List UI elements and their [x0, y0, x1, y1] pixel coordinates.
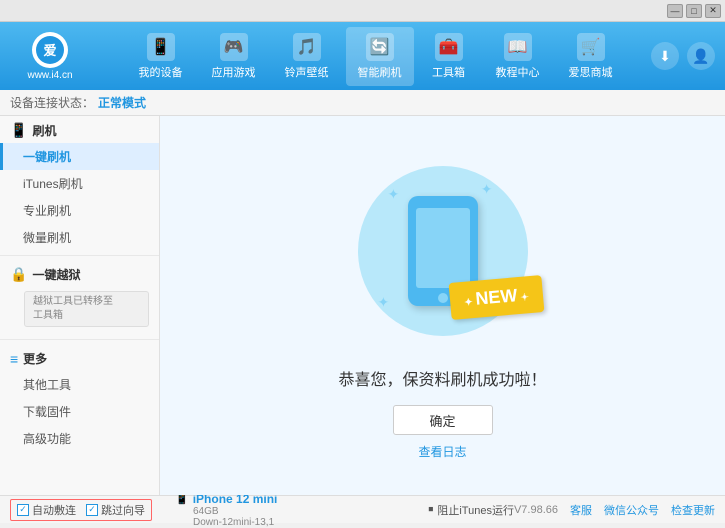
nav-my-device[interactable]: 📱 我的设备	[127, 27, 195, 86]
auto-connect-checkbox[interactable]: ✓ 自动敷连	[17, 502, 76, 518]
via-wizard-label: 跳过向导	[101, 502, 145, 518]
nav-apps-games[interactable]: 🎮 应用游戏	[200, 27, 268, 86]
auto-connect-check-box: ✓	[17, 504, 29, 516]
logo: 爱 www.i4.cn	[10, 29, 90, 84]
jailbreak-locked-message: 越狱工具已转移至工具箱	[24, 291, 149, 327]
checkboxes-group: ✓ 自动敷连 ✓ 跳过向导	[10, 499, 152, 521]
nav-smart-flash[interactable]: 🔄 智能刷机	[346, 27, 414, 86]
tutorial-icon: 📖	[504, 33, 532, 61]
sidebar-item-micro-flash[interactable]: 微量刷机	[0, 224, 159, 251]
wechat-link[interactable]: 微信公众号	[604, 502, 659, 518]
flash-section-label: 刷机	[32, 122, 56, 139]
sidebar: 📱 刷机 一键刷机 iTunes刷机 专业刷机 微量刷机 🔒 一键越狱 越狱工具…	[0, 116, 160, 495]
close-button[interactable]: ✕	[705, 4, 721, 18]
sidebar-item-pro-flash[interactable]: 专业刷机	[0, 197, 159, 224]
logo-domain: www.i4.cn	[27, 70, 72, 81]
bottom-left: ✓ 自动敷连 ✓ 跳过向导 📱 iPhone 12 mini 64GB Down…	[10, 492, 428, 528]
sidebar-section-flash: 📱 刷机	[0, 116, 159, 143]
phone-illustration: ✦ ✦ ✦ NEW	[343, 151, 543, 351]
nav-smart-flash-label: 智能刷机	[358, 64, 402, 80]
via-wizard-check-box: ✓	[86, 504, 98, 516]
other-tools-label: 其他工具	[23, 378, 71, 392]
sidebar-item-one-click-flash[interactable]: 一键刷机	[0, 143, 159, 170]
window-controls: — □ ✕	[667, 4, 721, 18]
nav-community[interactable]: 🛒 爱思商城	[557, 27, 625, 86]
user-button[interactable]: 👤	[687, 42, 715, 70]
sidebar-section-jailbreak: 🔒 一键越狱	[0, 260, 159, 287]
device-model: Down-12mini-13,1	[175, 517, 277, 528]
main-layout: 📱 刷机 一键刷机 iTunes刷机 专业刷机 微量刷机 🔒 一键越狱 越狱工具…	[0, 116, 725, 495]
sidebar-item-download-firmware[interactable]: 下载固件	[0, 398, 159, 425]
sidebar-section-more: ≡ 更多	[0, 344, 159, 371]
nav-community-label: 爱思商城	[569, 64, 613, 80]
nav-tutorial-label: 教程中心	[496, 64, 540, 80]
flash-section-icon: 📱	[10, 122, 27, 139]
new-badge: NEW	[448, 275, 544, 320]
more-section-label: 更多	[23, 350, 47, 367]
my-device-icon: 📱	[147, 33, 175, 61]
minimize-button[interactable]: —	[667, 4, 683, 18]
content-area: ✦ ✦ ✦ NEW 恭喜您，保资料刷机成功啦！ 确定 查看日志	[160, 116, 725, 495]
customer-service-link[interactable]: 客服	[570, 502, 592, 518]
community-icon: 🛒	[577, 33, 605, 61]
sidebar-item-advanced[interactable]: 高级功能	[0, 425, 159, 452]
toolbox-icon: 🧰	[435, 33, 463, 61]
sidebar-divider-1	[0, 255, 159, 256]
micro-flash-label: 微量刷机	[23, 231, 71, 245]
pro-flash-label: 专业刷机	[23, 204, 71, 218]
phone-circle-bg: ✦ ✦ ✦ NEW	[358, 166, 528, 336]
sidebar-item-itunes-flash[interactable]: iTunes刷机	[0, 170, 159, 197]
back-link[interactable]: 查看日志	[418, 443, 466, 460]
nav-toolbox-label: 工具箱	[432, 64, 465, 80]
lock-icon: 🔒	[10, 266, 27, 283]
ringtones-icon: 🎵	[293, 33, 321, 61]
title-bar: — □ ✕	[0, 0, 725, 22]
sparkle-3: ✦	[378, 294, 390, 311]
confirm-button[interactable]: 确定	[393, 405, 493, 435]
phone-home-button	[438, 293, 448, 303]
nav-items: 📱 我的设备 🎮 应用游戏 🎵 铃声壁纸 🔄 智能刷机 🧰 工具箱 📖 教程中心…	[100, 27, 651, 86]
download-button[interactable]: ⬇	[651, 42, 679, 70]
nav-my-device-label: 我的设备	[139, 64, 183, 80]
nav-apps-games-label: 应用游戏	[212, 64, 256, 80]
check-update-link[interactable]: 检查更新	[671, 502, 715, 518]
nav-ringtones[interactable]: 🎵 铃声壁纸	[273, 27, 341, 86]
top-nav: 爱 www.i4.cn 📱 我的设备 🎮 应用游戏 🎵 铃声壁纸 🔄 智能刷机 …	[0, 22, 725, 90]
stop-itunes-label: 阻止iTunes运行	[437, 502, 514, 518]
status-bar: 设备连接状态： 正常模式	[0, 90, 725, 116]
sparkle-2: ✦	[481, 181, 493, 198]
one-click-flash-label: 一键刷机	[23, 150, 71, 164]
more-section-icon: ≡	[10, 351, 18, 367]
device-storage: 64GB	[175, 506, 277, 517]
success-text: 恭喜您，保资料刷机成功啦！	[338, 366, 546, 390]
stop-icon: ⏹	[428, 504, 433, 515]
nav-tutorial[interactable]: 📖 教程中心	[484, 27, 552, 86]
logo-inner: 爱	[36, 36, 64, 64]
apps-games-icon: 🎮	[220, 33, 248, 61]
device-info-section: 📱 iPhone 12 mini 64GB Down-12mini-13,1	[175, 492, 277, 528]
maximize-button[interactable]: □	[686, 4, 702, 18]
nav-toolbox[interactable]: 🧰 工具箱	[419, 27, 479, 86]
status-label: 设备连接状态：	[10, 94, 94, 111]
download-firmware-label: 下载固件	[23, 405, 71, 419]
jailbreak-section-label: 一键越狱	[32, 266, 80, 283]
sparkle-1: ✦	[388, 186, 400, 203]
itunes-flash-label: iTunes刷机	[23, 177, 83, 191]
bottom-right: V7.98.66 客服 微信公众号 检查更新	[514, 502, 715, 518]
nav-ringtones-label: 铃声壁纸	[285, 64, 329, 80]
sidebar-divider-2	[0, 339, 159, 340]
smart-flash-icon: 🔄	[366, 33, 394, 61]
bottom-bar: ✓ 自动敷连 ✓ 跳过向导 📱 iPhone 12 mini 64GB Down…	[0, 495, 725, 523]
via-wizard-checkbox[interactable]: ✓ 跳过向导	[86, 502, 145, 518]
phone-screen	[416, 208, 470, 288]
jailbreak-locked-area: 越狱工具已转移至工具箱	[0, 287, 159, 335]
sidebar-item-other-tools[interactable]: 其他工具	[0, 371, 159, 398]
status-value: 正常模式	[98, 94, 146, 111]
version-text: V7.98.66	[514, 504, 558, 516]
advanced-label: 高级功能	[23, 432, 71, 446]
nav-right: ⬇ 👤	[651, 42, 715, 70]
stop-itunes-button[interactable]: ⏹ 阻止iTunes运行	[428, 502, 514, 518]
auto-connect-label: 自动敷连	[32, 502, 76, 518]
logo-circle: 爱	[32, 32, 68, 68]
